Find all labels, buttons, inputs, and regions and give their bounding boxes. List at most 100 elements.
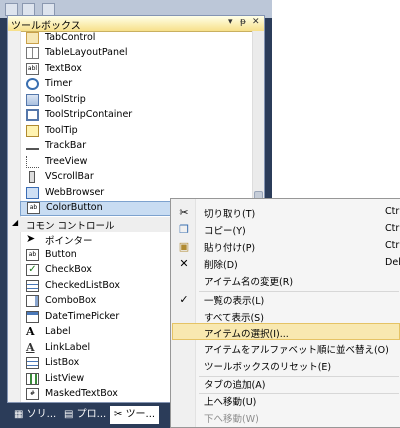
text-box-icon: abl	[26, 63, 39, 75]
toolbox-item-toolstripcontainer[interactable]: ToolStripContainer	[20, 108, 254, 123]
tooltip-icon	[26, 125, 39, 137]
toolbox-item-textbox[interactable]: abl TextBox	[20, 62, 254, 77]
combo-box-icon	[26, 295, 39, 307]
check-icon: ✓	[179, 293, 189, 306]
menu-label: タブの追加(A)	[204, 380, 266, 391]
menu-item-move-up[interactable]: 上へ移動(U)	[172, 392, 400, 409]
category-label: コモン コントロール	[26, 221, 115, 232]
tab-label: ソリ...	[26, 409, 57, 420]
designer-surface	[272, 0, 400, 200]
menu-label: コピー(Y)	[204, 226, 246, 237]
toolbox-title: ツールボックス	[11, 21, 81, 32]
item-label: ToolTip	[45, 125, 78, 136]
menu-item-copy[interactable]: ❐ コピー(Y) Ctrl+	[172, 221, 400, 238]
tab-solution-explorer[interactable]: ▦ ソリ...	[10, 406, 60, 424]
close-icon[interactable]: ✕	[252, 17, 260, 27]
menu-item-choose-items[interactable]: アイテムの選択(I)...	[172, 323, 400, 340]
menu-label: アイテム名の変更(R)	[204, 277, 294, 288]
item-label: TextBox	[45, 63, 82, 74]
menu-item-move-down: 下へ移動(W)	[172, 409, 400, 426]
menu-label: 切り取り(T)	[204, 209, 256, 220]
item-label: MaskedTextBox	[45, 388, 118, 399]
item-label: WebBrowser	[45, 187, 105, 198]
toolbox-item-tooltip[interactable]: ToolTip	[20, 124, 254, 139]
menu-item-delete[interactable]: ✕ 削除(D) Del	[172, 255, 400, 272]
tab-control-icon	[26, 32, 39, 44]
tab-toolbox[interactable]: ✂ ツー...	[110, 406, 160, 424]
tab-label: プロ...	[76, 409, 107, 420]
dropdown-icon[interactable]: ▾	[228, 17, 233, 27]
item-label: ListView	[45, 373, 85, 384]
menu-item-sort-alphabetically[interactable]: アイテムをアルファベット順に並べ替え(O)	[172, 340, 400, 357]
menu-item-list-view[interactable]: ✓ 一覧の表示(L)	[172, 291, 400, 308]
menu-shortcut: Ctrl+	[385, 240, 400, 251]
checkbox-icon: ✓	[26, 264, 39, 276]
table-layout-panel-icon	[26, 47, 39, 59]
item-label: ToolStripContainer	[45, 109, 133, 120]
collapse-arrow-icon[interactable]: ◢	[12, 218, 18, 227]
copy-icon: ❐	[179, 223, 189, 236]
context-menu: ✂ 切り取り(T) Ctrl+ ❐ コピー(Y) Ctrl+ ▣ 貼り付け(P)…	[170, 198, 400, 428]
checked-list-box-icon	[26, 280, 39, 292]
cut-icon: ✂	[179, 206, 189, 219]
menu-label: 下へ移動(W)	[204, 414, 259, 425]
item-label: DateTimePicker	[45, 311, 120, 322]
label-icon: A	[26, 325, 35, 338]
web-browser-icon	[26, 187, 39, 199]
menu-item-add-tab[interactable]: タブの追加(A)	[172, 375, 400, 392]
toolbox-item-treeview[interactable]: TreeView	[20, 155, 254, 170]
masked-text-box-icon: #	[26, 388, 39, 400]
date-time-picker-icon	[26, 311, 39, 323]
item-label: TreeView	[45, 156, 88, 167]
menu-label: 削除(D)	[204, 260, 238, 271]
menu-label: 一覧の表示(L)	[204, 296, 265, 307]
menu-label: アイテムの選択(I)...	[204, 329, 289, 340]
button-icon: ab	[26, 249, 39, 261]
toolbox-title-bar: ツールボックス ▾ ᵽ ✕	[8, 16, 264, 32]
tree-view-icon	[26, 156, 39, 168]
link-label-icon: A	[26, 341, 35, 354]
delete-icon: ✕	[179, 257, 189, 270]
menu-label: ツールボックスのリセット(E)	[204, 362, 332, 373]
item-label: CheckBox	[45, 264, 92, 275]
item-label: ポインター	[45, 236, 93, 247]
item-label: TabControl	[45, 32, 96, 43]
tool-strip-icon	[26, 94, 39, 106]
menu-item-paste[interactable]: ▣ 貼り付け(P) Ctrl+	[172, 238, 400, 255]
item-label: TableLayoutPanel	[45, 47, 128, 58]
menu-item-rename[interactable]: アイテム名の変更(R)	[172, 272, 400, 289]
track-bar-icon	[26, 142, 39, 150]
list-view-icon	[26, 373, 39, 385]
menu-label: すべて表示(S)	[204, 313, 264, 324]
menu-shortcut: Ctrl+	[385, 223, 400, 234]
timer-icon	[26, 78, 39, 90]
item-label: ColorButton	[46, 202, 103, 213]
item-label: TrackBar	[45, 140, 87, 151]
item-label: ListBox	[45, 357, 80, 368]
toolbox-item-vscrollbar[interactable]: VScrollBar	[20, 170, 254, 185]
menu-label: アイテムをアルファベット順に並べ替え(O)	[204, 345, 389, 356]
menu-shortcut: Del	[385, 257, 400, 268]
toolbox-item-tablelayoutpanel[interactable]: TableLayoutPanel	[20, 46, 254, 61]
item-label: VScrollBar	[45, 171, 94, 182]
list-box-icon	[26, 357, 39, 369]
menu-item-reset-toolbox[interactable]: ツールボックスのリセット(E)	[172, 357, 400, 374]
tool-strip-container-icon	[26, 109, 39, 121]
toolbox-item-timer[interactable]: Timer	[20, 77, 254, 92]
item-label: ComboBox	[45, 295, 97, 306]
tab-label: ツー...	[125, 409, 156, 420]
toolbox-item-tabcontrol[interactable]: TabControl	[20, 31, 254, 46]
toolbox-item-trackbar[interactable]: TrackBar	[20, 139, 254, 154]
item-label: LinkLabel	[45, 342, 91, 353]
item-label: Label	[45, 326, 71, 337]
toolbox-item-toolstrip[interactable]: ToolStrip	[20, 93, 254, 108]
vscrollbar-icon	[29, 171, 35, 183]
item-label: Timer	[45, 78, 73, 89]
color-button-icon: ab	[27, 202, 40, 214]
menu-item-cut[interactable]: ✂ 切り取り(T) Ctrl+	[172, 204, 400, 221]
menu-label: 貼り付け(P)	[204, 243, 256, 254]
item-label: CheckedListBox	[45, 280, 121, 291]
tab-properties[interactable]: ▤ プロ...	[60, 406, 110, 424]
pointer-icon: ➤	[26, 232, 36, 245]
pin-icon[interactable]: ᵽ	[240, 17, 246, 27]
